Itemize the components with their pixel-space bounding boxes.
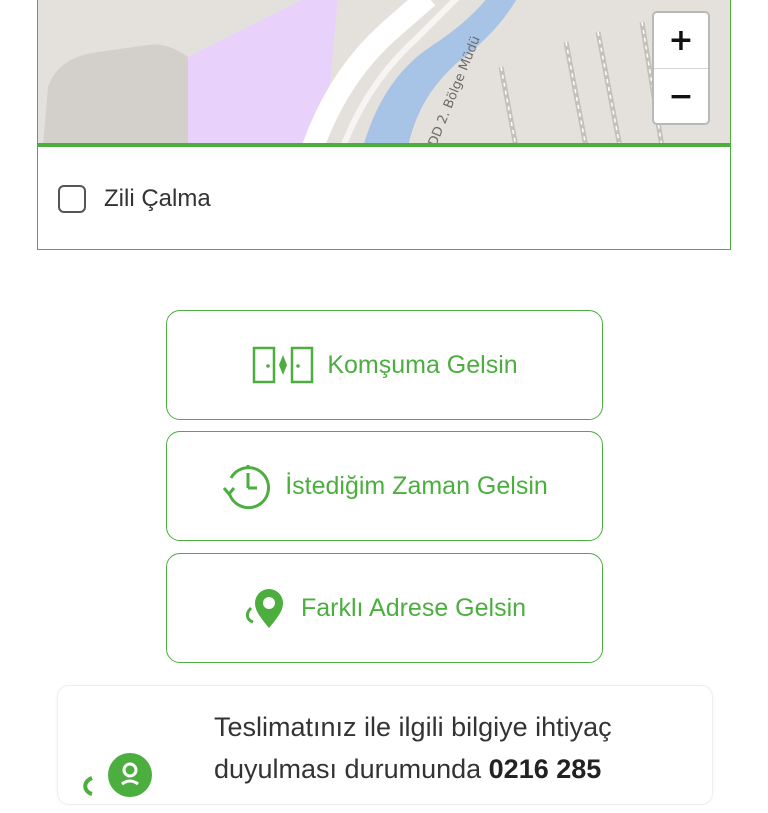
map-tiles: DD 2. Bölge Müdü [38,0,730,143]
ring-checkbox[interactable] [58,185,86,213]
location-pin-icon [243,586,289,630]
info-text: Teslimatınız ile ilgili bilgiye ihtiyaç … [214,706,704,790]
zoom-in-button[interactable]: + [654,13,708,69]
other-address-delivery-label: Farklı Adrese Gelsin [300,593,527,622]
zoom-out-button[interactable]: − [654,69,708,124]
ring-option-label: Zili Çalma [104,185,211,212]
info-card: Teslimatınız ile ilgili bilgiye ihtiyaç … [57,685,713,805]
support-phone-icon [78,748,158,813]
info-line-1: Teslimatınız ile ilgili bilgiye ihtiyaç [214,712,612,742]
scheduled-delivery-button[interactable]: İstediğim Zaman Gelsin [166,431,603,541]
map-card: DD 2. Bölge Müdü + − Zili Çalma [37,0,731,250]
info-line-2: duyulması durumunda [214,754,489,784]
clock-icon [221,462,273,510]
zoom-control: + − [652,11,710,125]
neighbor-doors-icon [251,345,315,385]
scheduled-delivery-label: İstediğim Zaman Gelsin [285,471,548,500]
ring-option-row[interactable]: Zili Çalma [58,185,211,213]
support-phone-number[interactable]: 0216 285 [489,754,602,784]
delivery-map[interactable]: DD 2. Bölge Müdü + − [38,0,730,147]
neighbor-delivery-label: Komşuma Gelsin [327,350,518,379]
neighbor-delivery-button[interactable]: Komşuma Gelsin [166,310,603,420]
other-address-delivery-button[interactable]: Farklı Adrese Gelsin [166,553,603,663]
